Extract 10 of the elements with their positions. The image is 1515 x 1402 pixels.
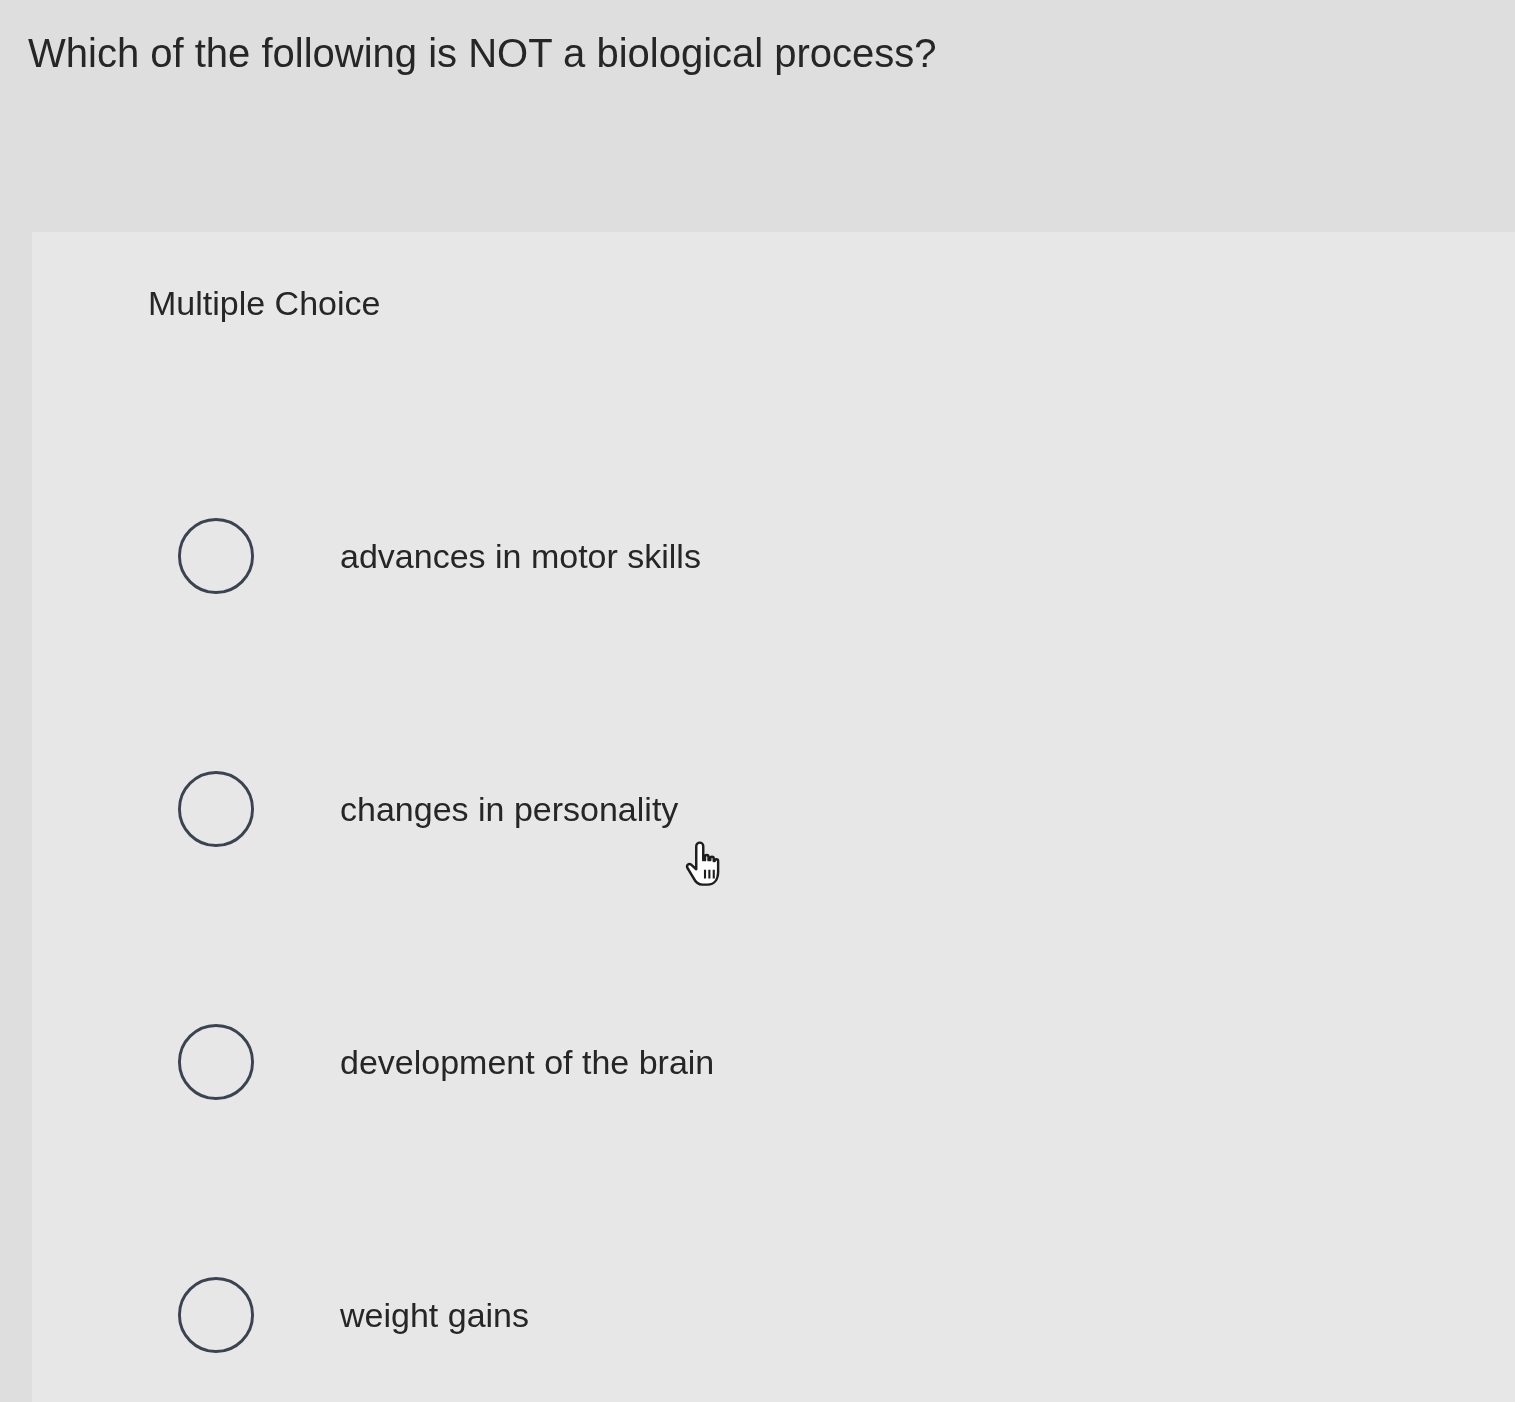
option-label: changes in personality — [340, 789, 679, 830]
radio-button[interactable] — [177, 1276, 255, 1354]
radio-button[interactable] — [177, 770, 255, 848]
radio-button[interactable] — [177, 1023, 255, 1101]
radio-button[interactable] — [177, 517, 255, 595]
question-text: Which of the following is NOT a biological process? — [28, 30, 937, 77]
option-label: advances in motor skills — [340, 536, 701, 577]
section-heading: Multiple Choice — [148, 283, 381, 324]
option-label: development of the brain — [340, 1042, 715, 1083]
option-label: weight gains — [340, 1295, 529, 1336]
